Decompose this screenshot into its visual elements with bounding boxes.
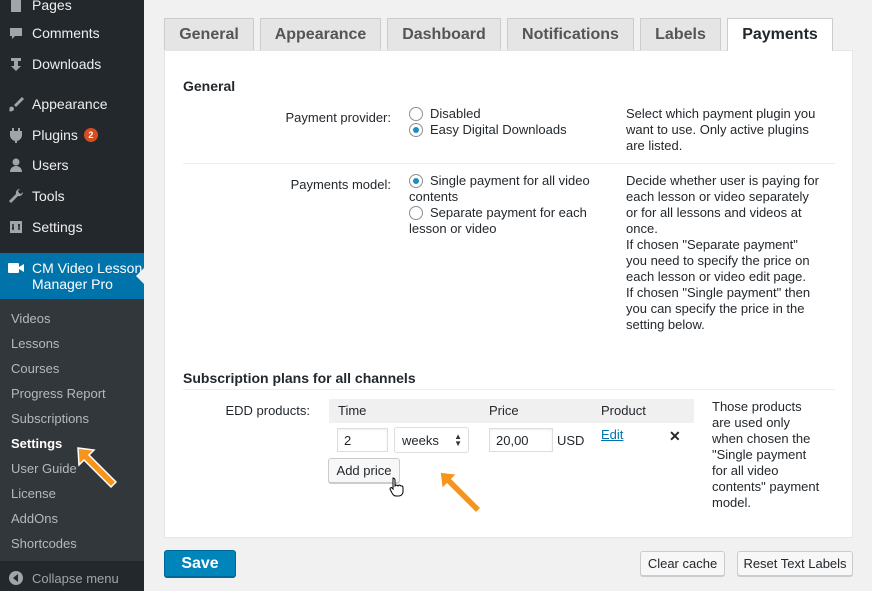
users-icon xyxy=(0,157,32,173)
hand-cursor-icon xyxy=(389,477,404,497)
period-select[interactable]: weeks ▲ ▼ xyxy=(394,427,469,453)
select-arrows-icon: ▲ ▼ xyxy=(454,432,462,448)
payment-provider-description: Select which payment plugin you want to … xyxy=(626,106,816,153)
tab-notifications[interactable]: Notifications xyxy=(507,18,634,50)
collapse-menu-label: Collapse menu xyxy=(32,570,119,586)
admin-sidebar: Pages Comments Downloads Appearance Plug… xyxy=(0,0,144,591)
menu-item-label: Users xyxy=(32,157,69,173)
submenu-item-addons[interactable]: AddOns xyxy=(11,511,58,526)
menu-item-label: Pages xyxy=(32,0,72,13)
submenu-item-settings[interactable]: Settings xyxy=(11,436,62,451)
section-divider xyxy=(183,389,835,390)
currency-label: USD xyxy=(557,433,585,448)
tab-appearance[interactable]: Appearance xyxy=(260,18,381,50)
payments-model-label: Payments model: xyxy=(290,177,391,192)
submenu-item-courses[interactable]: Courses xyxy=(11,361,59,376)
menu-item-plugins[interactable]: Plugins 2 xyxy=(0,120,144,150)
radio-easy-digital-downloads[interactable] xyxy=(409,123,423,137)
section-title-subscription-plans: Subscription plans for all channels xyxy=(183,370,416,386)
column-header-time: Time xyxy=(338,403,367,418)
comments-icon xyxy=(0,25,32,41)
option-edd-label: Easy Digital Downloads xyxy=(430,122,567,137)
menu-item-label: Plugins xyxy=(32,127,78,143)
menu-item-cm-video-lesson-manager[interactable]: CM Video Lesson Manager Pro xyxy=(0,253,144,299)
menu-item-appearance[interactable]: Appearance xyxy=(0,89,144,119)
clear-cache-button[interactable]: Clear cache xyxy=(640,551,725,576)
menu-item-label: Settings xyxy=(32,219,83,235)
annotation-arrow-icon xyxy=(77,447,118,489)
annotation-arrow-icon xyxy=(439,471,483,515)
row-divider xyxy=(183,163,835,164)
wrench-icon xyxy=(0,188,32,204)
submenu-item-license[interactable]: License xyxy=(11,486,56,501)
plugins-icon xyxy=(0,127,32,143)
edd-products-label: EDD products: xyxy=(225,403,310,418)
payments-model-description: Decide whether user is paying for each l… xyxy=(626,173,819,332)
video-camera-icon xyxy=(0,260,32,274)
column-header-price: Price xyxy=(489,403,519,418)
tab-payments[interactable]: Payments xyxy=(727,18,833,51)
menu-item-tools[interactable]: Tools xyxy=(0,181,144,211)
price-input[interactable]: 20,00 xyxy=(489,428,553,452)
tab-dashboard[interactable]: Dashboard xyxy=(387,18,501,50)
edit-product-link[interactable]: Edit xyxy=(601,427,623,442)
menu-item-pages[interactable]: Pages xyxy=(0,0,144,20)
menu-item-settings[interactable]: Settings xyxy=(0,212,144,242)
tab-labels[interactable]: Labels xyxy=(640,18,721,50)
menu-item-label: CM Video Lesson Manager Pro xyxy=(32,260,143,292)
option-single-payment-label: Single payment for all video contents xyxy=(409,173,590,204)
tab-general[interactable]: General xyxy=(164,18,254,50)
menu-item-label: Appearance xyxy=(32,96,108,112)
collapse-arrow-icon xyxy=(0,570,32,586)
payment-provider-label: Payment provider: xyxy=(285,110,392,125)
menu-item-label: Comments xyxy=(32,25,100,41)
menu-item-comments[interactable]: Comments xyxy=(0,18,144,48)
submenu-item-user-guide[interactable]: User Guide xyxy=(11,461,77,476)
collapse-menu-button[interactable]: Collapse menu xyxy=(0,565,144,591)
save-button[interactable]: Save xyxy=(164,550,236,577)
pages-icon xyxy=(0,0,32,13)
downloads-icon xyxy=(0,56,32,72)
edd-products-description: Those products are used only when chosen… xyxy=(712,399,820,510)
submenu-item-videos[interactable]: Videos xyxy=(11,311,51,326)
remove-row-icon[interactable]: ✕ xyxy=(669,428,681,445)
reset-text-labels-button[interactable]: Reset Text Labels xyxy=(737,551,853,576)
menu-item-users[interactable]: Users xyxy=(0,150,144,180)
column-header-product: Product xyxy=(601,403,646,418)
submenu: Videos Lessons Courses Progress Report S… xyxy=(0,299,144,561)
section-title-general: General xyxy=(183,78,236,94)
period-select-value: weeks xyxy=(402,432,439,448)
time-value-input[interactable]: 2 xyxy=(337,428,388,452)
submenu-item-shortcodes[interactable]: Shortcodes xyxy=(11,536,77,551)
settings-icon xyxy=(0,219,32,235)
submenu-item-progress-report[interactable]: Progress Report xyxy=(11,386,106,401)
menu-item-downloads[interactable]: Downloads xyxy=(0,49,144,79)
option-disabled-label: Disabled xyxy=(430,106,481,121)
submenu-item-subscriptions[interactable]: Subscriptions xyxy=(11,411,89,426)
radio-disabled[interactable] xyxy=(409,107,423,121)
update-count-badge: 2 xyxy=(83,128,98,142)
menu-item-label: Downloads xyxy=(32,56,102,72)
menu-item-label: Tools xyxy=(32,188,65,204)
paintbrush-icon xyxy=(0,96,32,112)
active-menu-pointer xyxy=(136,268,144,284)
option-separate-payment-label: Separate payment for each lesson or video xyxy=(409,205,587,236)
submenu-item-lessons[interactable]: Lessons xyxy=(11,336,59,351)
